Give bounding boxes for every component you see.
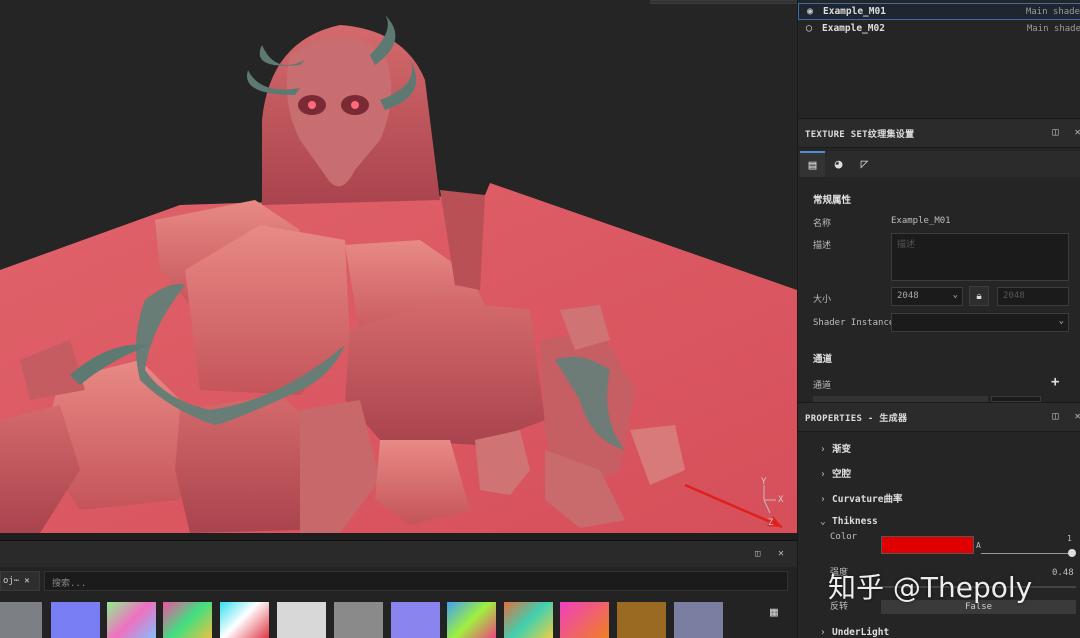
color-swatch[interactable] [881,536,974,554]
property-group-curvature[interactable]: › Curvature曲率 [820,491,902,505]
property-group-underlight[interactable]: › UnderLight [820,627,889,638]
settings-icon: ▤ [808,157,817,173]
name-value: Example_M01 [891,216,951,226]
uv-icon: ◸ [860,156,869,172]
thumbnail[interactable] [447,602,496,638]
shelf-search-input[interactable]: 搜索... [44,571,788,591]
description-field[interactable]: 描述 [891,233,1069,281]
layer-name: Example_M01 [823,6,886,17]
layer-name: Example_M02 [822,23,885,34]
chevron-right-icon: › [820,444,826,455]
thumbnail[interactable] [0,602,42,638]
watermark: 知乎 @Thepoly [828,571,1033,604]
thumbnail[interactable] [163,602,212,638]
close-icon[interactable]: ✕ [24,576,29,586]
float-icon[interactable]: ◫ [1052,127,1058,138]
layer-row-example-m02[interactable]: ◯ Example_M02 Main shade [798,20,1080,37]
float-icon[interactable]: ◫ [1052,411,1058,422]
add-channel-button[interactable]: + [1051,374,1059,390]
thumbnail[interactable] [504,602,553,638]
tab-uv[interactable]: ◸ [852,151,877,177]
shelf-header: ◫ ✕ [0,541,797,567]
group-label: Curvature曲率 [832,494,903,505]
eye-icon[interactable]: ◉ [807,6,819,17]
layer-row-example-m01[interactable]: ◉ Example_M01 Main shade [798,3,1080,20]
shader-instance-select[interactable]: ⌄ [891,313,1069,332]
tab-material[interactable]: ◕ [826,151,851,177]
alpha-value: 1 [1067,534,1072,543]
group-label: Thikness [832,516,878,527]
float-icon[interactable]: ◫ [755,549,760,559]
3d-viewport[interactable]: Y X Z [0,0,797,533]
shelf-panel: ◫ ✕ oj⋯ ✕ 搜索... ▦ [0,540,797,638]
shelf-search-bar: oj⋯ ✕ 搜索... [0,571,790,591]
property-group-thikness[interactable]: ⌄ Thikness [820,516,878,527]
shader-instance-label: Shader Instance [813,318,895,328]
name-label: 名称 [813,219,832,229]
chevron-right-icon: › [820,494,826,505]
channels-header: 通道 [813,354,833,365]
group-label: 渐变 [832,444,852,455]
thumbnail[interactable] [107,602,156,638]
texture-set-tabbar: ▤ ◕ ◸ [798,151,1080,177]
thumbnail[interactable] [334,602,383,638]
layer-shader: Main shade [1025,6,1080,17]
chevron-down-icon: ⌄ [952,290,958,300]
thumbnail[interactable] [391,602,440,638]
filter-chip-label: oj⋯ [3,576,20,586]
lock-icon[interactable]: 🔒︎ [969,286,989,306]
close-icon[interactable]: ✕ [778,548,784,559]
size-value: 2048 [897,291,919,301]
gizmo-z-label: Z [768,518,774,528]
close-icon[interactable]: ✕ [1075,127,1080,138]
color-label: Color [830,532,858,542]
alpha-label: A [976,541,981,550]
eye-icon[interactable]: ◯ [806,23,818,34]
description-label: 描述 [813,241,832,251]
thumbnail[interactable] [617,602,666,638]
alpha-slider[interactable] [981,553,1073,554]
viewport-toolbar [650,0,797,4]
scene-render: Y X Z [0,15,797,533]
sphere-icon: ◕ [834,156,843,172]
gizmo-x-label: X [778,495,784,505]
right-panel: ◉ Example_M01 Main shade ◯ Example_M02 M… [797,0,1080,638]
chevron-right-icon: › [820,627,826,638]
section-common-header: 常规属性 [813,195,852,206]
grid-view-icon[interactable]: ▦ [770,605,778,620]
thumbnail[interactable] [674,602,723,638]
close-icon[interactable]: ✕ [1075,411,1080,422]
property-group-cavity[interactable]: › 空腔 [820,466,851,480]
property-group-gradient[interactable]: › 渐变 [820,441,851,455]
layer-shader: Main shade [1026,23,1080,34]
size-select[interactable]: 2048 ⌄ [891,287,963,306]
gizmo-y-label: Y [761,477,767,487]
chevron-right-icon: › [820,469,826,480]
filter-chip[interactable]: oj⋯ ✕ [0,571,40,591]
panel-title: TEXTURE SET纹理集设置 [805,129,915,140]
tab-settings[interactable]: ▤ [800,151,825,177]
size-label: 大小 [813,295,832,305]
group-label: 空腔 [832,469,852,480]
panel-title: PROPERTIES - 生成器 [805,413,908,424]
texture-set-panel-header: TEXTURE SET纹理集设置 ◫ ✕ [798,118,1080,148]
strength-value: 0.48 [1052,568,1074,578]
thumbnail[interactable] [560,602,609,638]
thumbnail[interactable] [277,602,326,638]
properties-panel-header: PROPERTIES - 生成器 ◫ ✕ [798,402,1080,432]
thumbnail[interactable] [220,602,269,638]
channels-label: 通道 [813,381,832,391]
thumbnail[interactable] [51,602,100,638]
chevron-down-icon: ⌄ [1058,316,1064,326]
group-label: UnderLight [832,627,890,638]
size-value-2[interactable]: 2048 [997,287,1069,306]
chevron-down-icon: ⌄ [820,516,826,527]
alpha-slider-handle[interactable] [1068,549,1076,557]
